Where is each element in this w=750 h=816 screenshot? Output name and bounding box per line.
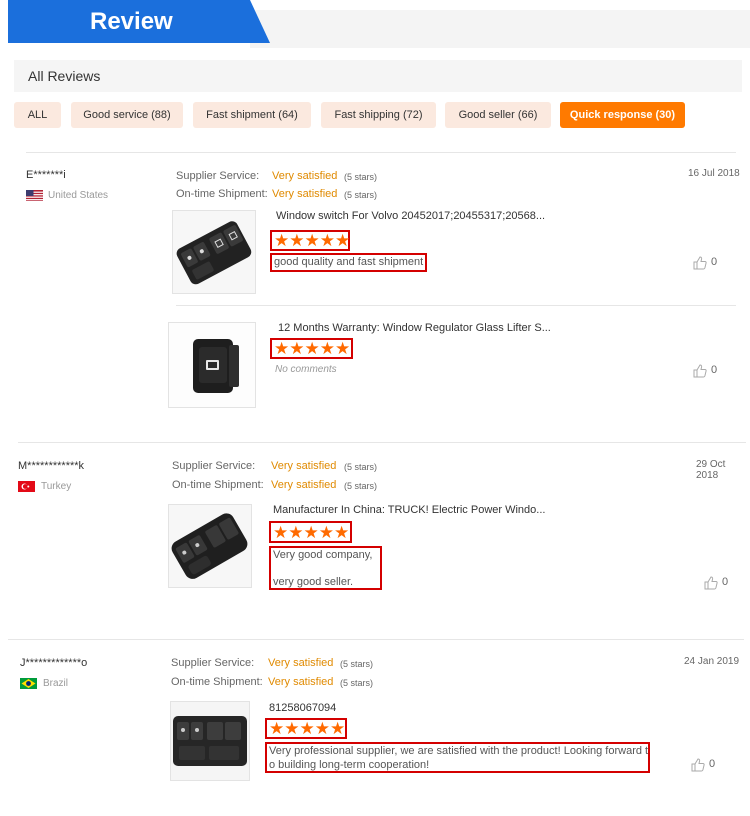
product-image[interactable]	[168, 504, 252, 588]
ontime-shipment-label: On-time Shipment:	[172, 479, 264, 491]
ontime-shipment-rating: Very satisfied	[271, 479, 337, 491]
review-comment: good quality and fast shipment	[274, 256, 424, 268]
reviewer-country: Brazil	[43, 678, 69, 689]
reviewer-country: Turkey	[41, 481, 72, 492]
divider	[18, 442, 746, 443]
product-title[interactable]: Window switch For Volvo 20452017;2045531…	[276, 210, 545, 222]
supplier-service-label: Supplier Service:	[172, 460, 256, 472]
thumbs-up-icon[interactable]	[693, 256, 707, 270]
filter-fast-shipment[interactable]: Fast shipment (64)	[193, 102, 311, 128]
filter-fast-shipping[interactable]: Fast shipping (72)	[321, 102, 436, 128]
thumbs-up-icon[interactable]	[691, 758, 705, 772]
review-banner: Review	[0, 0, 750, 48]
review-comment-line1: Very good company,	[273, 549, 373, 561]
thumbs-up-icon[interactable]	[693, 364, 707, 378]
reviewer-name: E*******i	[26, 169, 66, 181]
review-comment-line1: Very professional supplier, we are satis…	[269, 745, 649, 757]
review-date: 16 Jul 2018	[688, 168, 740, 179]
filter-quick-response[interactable]: Quick response (30)	[560, 102, 685, 128]
product-title[interactable]: 12 Months Warranty: Window Regulator Gla…	[278, 322, 551, 334]
ontime-shipment-rating: Very satisfied	[272, 188, 338, 200]
divider	[26, 152, 736, 153]
thumbs-up-icon[interactable]	[704, 576, 718, 590]
window-regulator-switch-image	[169, 323, 255, 407]
brazil-flag-icon	[20, 678, 37, 689]
all-reviews-bar: All Reviews	[14, 60, 742, 92]
star-rating: ★★★★★	[274, 339, 351, 358]
review-date: 24 Jan 2019	[684, 656, 740, 667]
item-divider	[176, 305, 736, 306]
star-rating: ★★★★★	[269, 719, 346, 738]
review-comment-line2: very good seller.	[273, 576, 354, 588]
filter-good-seller[interactable]: Good seller (66)	[445, 102, 551, 128]
all-reviews-title: All Reviews	[28, 68, 101, 84]
ontime-shipment-label: On-time Shipment:	[171, 676, 263, 688]
supplier-service-rating: Very satisfied	[268, 657, 334, 669]
ontime-shipment-stars: (5 stars)	[340, 678, 374, 688]
star-rating: ★★★★★	[273, 523, 350, 542]
product-title[interactable]: Manufacturer In China: TRUCK! Electric P…	[273, 504, 545, 516]
reviewer-name: J*************o	[20, 657, 88, 669]
turkey-flag-icon	[18, 481, 35, 492]
supplier-service-label: Supplier Service:	[171, 657, 255, 669]
filter-all[interactable]: ALL	[14, 102, 61, 128]
product-title[interactable]: 81258067094	[269, 702, 336, 714]
divider	[8, 639, 744, 640]
product-image[interactable]	[168, 322, 256, 408]
window-switch-image	[173, 211, 255, 293]
like-count: 0	[711, 364, 718, 376]
supplier-service-stars: (5 stars)	[344, 462, 378, 472]
reviewer-country: United States	[48, 190, 109, 201]
review-date: 29 Oct 2018	[696, 459, 726, 481]
filter-good-service[interactable]: Good service (88)	[71, 102, 183, 128]
product-image[interactable]	[170, 701, 250, 781]
supplier-service-rating: Very satisfied	[271, 460, 337, 472]
ontime-shipment-stars: (5 stars)	[344, 190, 378, 200]
ontime-shipment-rating: Very satisfied	[268, 676, 334, 688]
like-count: 0	[711, 256, 718, 268]
like-count: 0	[709, 758, 716, 770]
banner-background	[250, 10, 750, 48]
window-control-switch-image	[171, 702, 249, 780]
reviewer-name: M************k	[18, 460, 85, 472]
power-window-switch-image	[169, 505, 251, 587]
supplier-service-stars: (5 stars)	[340, 659, 374, 669]
supplier-service-stars: (5 stars)	[344, 172, 378, 182]
ontime-shipment-stars: (5 stars)	[344, 481, 378, 491]
banner-title: Review	[90, 8, 173, 35]
product-image[interactable]	[172, 210, 256, 294]
supplier-service-label: Supplier Service:	[176, 170, 260, 182]
ontime-shipment-label: On-time Shipment:	[176, 188, 268, 200]
star-rating: ★★★★★	[274, 231, 351, 250]
supplier-service-rating: Very satisfied	[272, 170, 338, 182]
no-comments: No comments	[275, 364, 337, 375]
like-count: 0	[722, 576, 729, 588]
us-flag-icon	[26, 190, 43, 201]
review-comment-line2: o building long-term cooperation!	[269, 759, 430, 771]
